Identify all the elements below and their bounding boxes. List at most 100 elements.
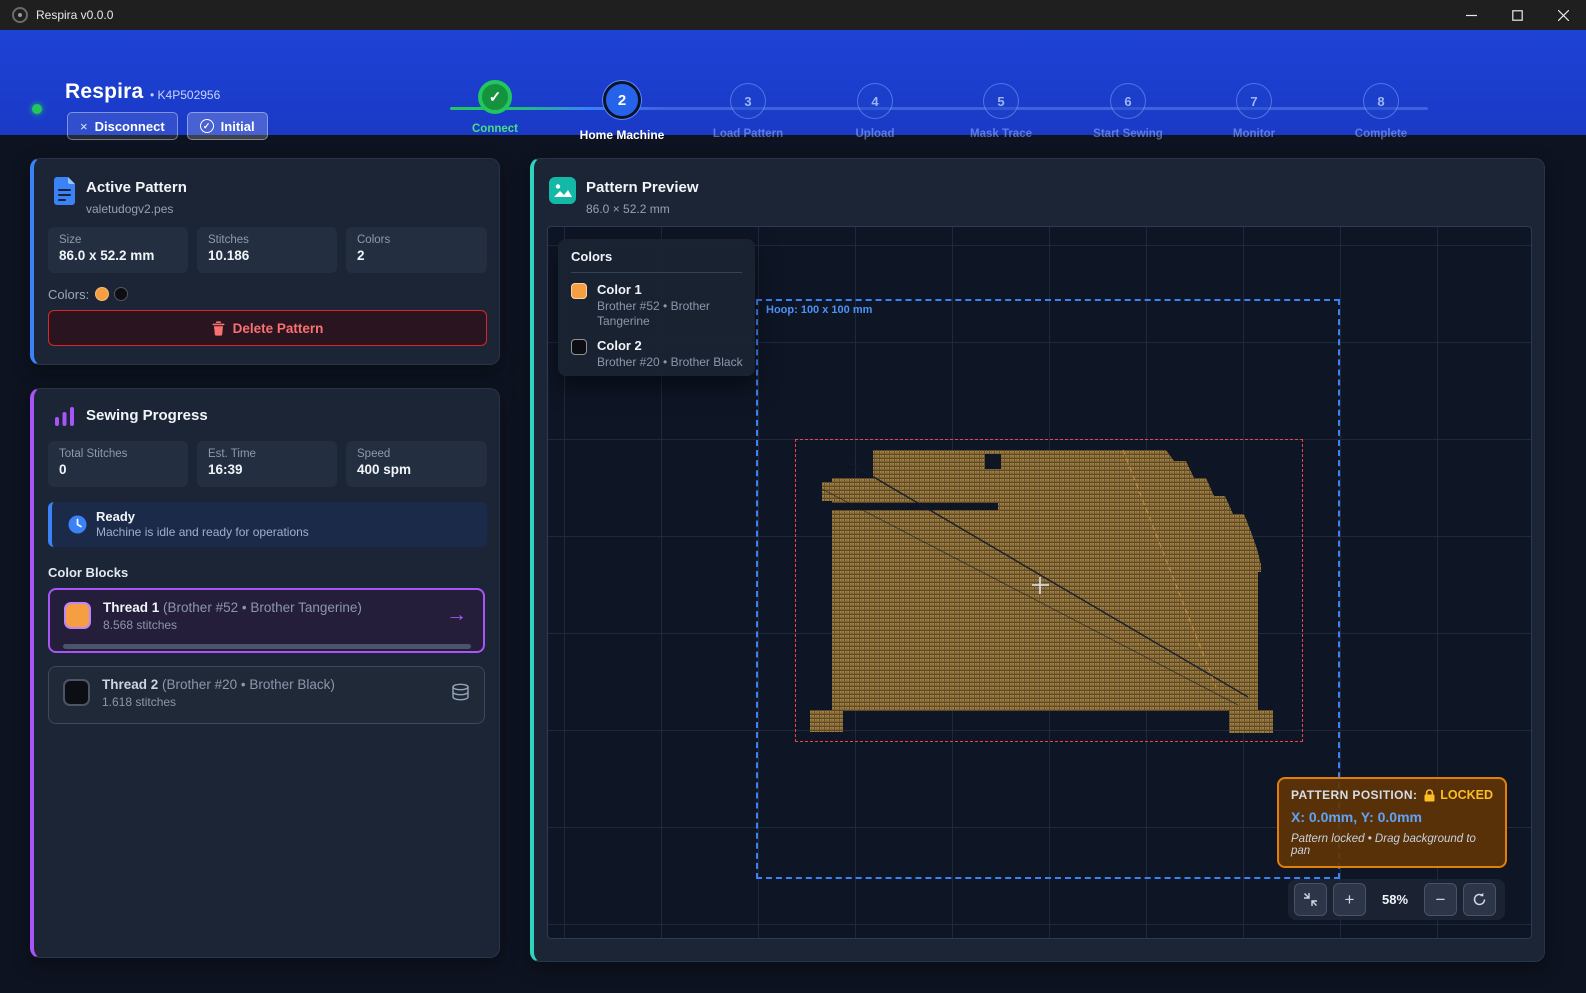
- pattern-coordinates: X: 0.0mm, Y: 0.0mm: [1291, 809, 1493, 825]
- thread-2-name: Thread 2 (Brother #20 • Brother Black): [102, 677, 335, 692]
- locked-label: LOCKED: [1440, 788, 1493, 802]
- delete-pattern-button[interactable]: Delete Pattern: [48, 310, 487, 346]
- initial-label: Initial: [221, 119, 255, 134]
- step-monitor[interactable]: 7 Monitor: [1191, 80, 1317, 140]
- minus-icon: −: [1436, 890, 1446, 910]
- colors-legend-divider: [571, 272, 742, 273]
- minimize-icon: [1466, 10, 1477, 21]
- step-home-machine[interactable]: 2 Home Machine: [559, 80, 685, 142]
- step-6-circle: 6: [1110, 83, 1146, 119]
- active-pattern-card: Active Pattern valetudogv2.pes Size 86.0…: [30, 158, 500, 365]
- legend-color-2: Color 2 Brother #20 • Brother Black: [571, 338, 742, 370]
- stat-stitches: Stitches 10.186: [197, 227, 337, 273]
- stat-stitches-value: 10.186: [208, 248, 326, 263]
- pattern-preview-title: Pattern Preview: [586, 179, 699, 196]
- app-header: Respira • K4P502956 × Disconnect ✓ Initi…: [0, 30, 1586, 135]
- step-connect[interactable]: ✓ Connect: [432, 80, 558, 135]
- maximize-button[interactable]: [1494, 0, 1540, 30]
- crosshair-marker: [1032, 577, 1049, 594]
- stat-time-label: Est. Time: [208, 448, 326, 460]
- color-swatch-black: [114, 287, 128, 301]
- close-button[interactable]: [1540, 0, 1586, 30]
- pattern-filename: valetudogv2.pes: [86, 202, 173, 216]
- initial-button[interactable]: ✓ Initial: [187, 112, 268, 140]
- zoom-level: 58%: [1372, 892, 1418, 907]
- legend-swatch-1: [571, 283, 587, 299]
- legend-color-2-name: Color 2: [597, 338, 742, 353]
- stat-total-stitches: Total Stitches 0: [48, 441, 188, 487]
- color-blocks-heading: Color Blocks: [48, 565, 128, 580]
- active-pattern-title: Active Pattern: [86, 179, 187, 196]
- minimize-button[interactable]: [1448, 0, 1494, 30]
- image-icon: [549, 177, 576, 204]
- thread-1-name: Thread 1 (Brother #52 • Brother Tangerin…: [103, 600, 362, 615]
- stat-total-label: Total Stitches: [59, 448, 177, 460]
- pattern-position-overlay: PATTERN POSITION: LOCKED X: 0.0mm, Y: 0.…: [1277, 777, 1507, 868]
- color-swatch-orange: [95, 287, 109, 301]
- stat-speed: Speed 400 spm: [346, 441, 487, 487]
- stat-stitches-label: Stitches: [208, 234, 326, 246]
- stat-est-time: Est. Time 16:39: [197, 441, 337, 487]
- zoom-in-button[interactable]: +: [1333, 883, 1366, 916]
- bar-chart-icon: [54, 405, 76, 427]
- stat-size-label: Size: [59, 234, 177, 246]
- step-7-circle: 7: [1236, 83, 1272, 119]
- stat-size-value: 86.0 x 52.2 mm: [59, 248, 177, 263]
- pattern-dimensions: 86.0 × 52.2 mm: [586, 202, 670, 216]
- disconnect-button[interactable]: × Disconnect: [67, 112, 178, 140]
- trash-icon: [212, 321, 225, 336]
- legend-color-2-desc: Brother #20 • Brother Black: [597, 355, 747, 370]
- pattern-preview-card: Pattern Preview 86.0 × 52.2 mm Hoop: 100…: [530, 158, 1545, 962]
- step-4-circle: 4: [857, 83, 893, 119]
- plus-icon: +: [1345, 890, 1355, 910]
- step-load-pattern[interactable]: 3 Load Pattern: [685, 80, 811, 140]
- delete-pattern-label: Delete Pattern: [233, 321, 324, 336]
- fit-screen-icon: [1303, 892, 1318, 907]
- legend-color-1-name: Color 1: [597, 282, 742, 297]
- thread-1-swatch: [64, 602, 91, 629]
- close-icon: [1558, 10, 1569, 21]
- step-1-label: Connect: [432, 123, 558, 135]
- machine-serial: • K4P502956: [150, 88, 220, 102]
- reset-icon: [1472, 892, 1487, 907]
- stat-size: Size 86.0 x 52.2 mm: [48, 227, 188, 273]
- step-3-circle: 3: [730, 83, 766, 119]
- stat-colors-label: Colors: [357, 234, 476, 246]
- connection-status-dot: [32, 104, 42, 114]
- reset-view-button[interactable]: [1463, 883, 1496, 916]
- stat-time-value: 16:39: [208, 462, 326, 477]
- colors-legend-panel: Colors Color 1 Brother #52 • Brother Tan…: [558, 239, 755, 376]
- step-5-circle: 5: [983, 83, 1019, 119]
- legend-swatch-2: [571, 339, 587, 355]
- zoom-out-button[interactable]: −: [1424, 883, 1457, 916]
- arrow-right-icon: →: [446, 603, 467, 627]
- legend-color-1-desc: Brother #52 • Brother Tangerine: [597, 299, 747, 329]
- step-8-circle: 8: [1363, 83, 1399, 119]
- step-4-label: Upload: [812, 128, 938, 140]
- thread-2-block[interactable]: Thread 2 (Brother #20 • Brother Black) 1…: [48, 666, 485, 724]
- sewing-progress-card: Sewing Progress Total Stitches 0 Est. Ti…: [30, 388, 500, 958]
- stat-colors-value: 2: [357, 248, 476, 263]
- window-title: Respira v0.0.0: [36, 8, 113, 22]
- step-8-label: Complete: [1318, 128, 1444, 140]
- step-5-label: Mask Trace: [938, 128, 1064, 140]
- pattern-lock-hint: Pattern locked • Drag background to pan: [1291, 833, 1493, 857]
- preview-canvas[interactable]: Hoop: 100 x 100 mm: [547, 226, 1532, 939]
- step-3-label: Load Pattern: [685, 128, 811, 140]
- colors-row-label: Colors:: [48, 287, 89, 302]
- step-complete[interactable]: 8 Complete: [1318, 80, 1444, 140]
- thread-1-stitches: 8.568 stitches: [103, 618, 177, 632]
- lock-icon: [1424, 789, 1435, 802]
- step-mask-trace[interactable]: 5 Mask Trace: [938, 80, 1064, 140]
- sewing-progress-title: Sewing Progress: [86, 407, 208, 424]
- legend-color-1: Color 1 Brother #52 • Brother Tangerine: [571, 282, 742, 329]
- step-start-sewing[interactable]: 6 Start Sewing: [1065, 80, 1191, 140]
- fit-to-screen-button[interactable]: [1294, 883, 1327, 916]
- thread-1-block[interactable]: Thread 1 (Brother #52 • Brother Tangerin…: [48, 588, 485, 653]
- stat-total-value: 0: [59, 462, 177, 477]
- step-upload[interactable]: 4 Upload: [812, 80, 938, 140]
- disconnect-label: Disconnect: [95, 119, 165, 134]
- machine-status-banner: Ready Machine is idle and ready for oper…: [48, 502, 487, 547]
- document-icon: [52, 176, 77, 206]
- step-2-circle: 2: [603, 81, 641, 119]
